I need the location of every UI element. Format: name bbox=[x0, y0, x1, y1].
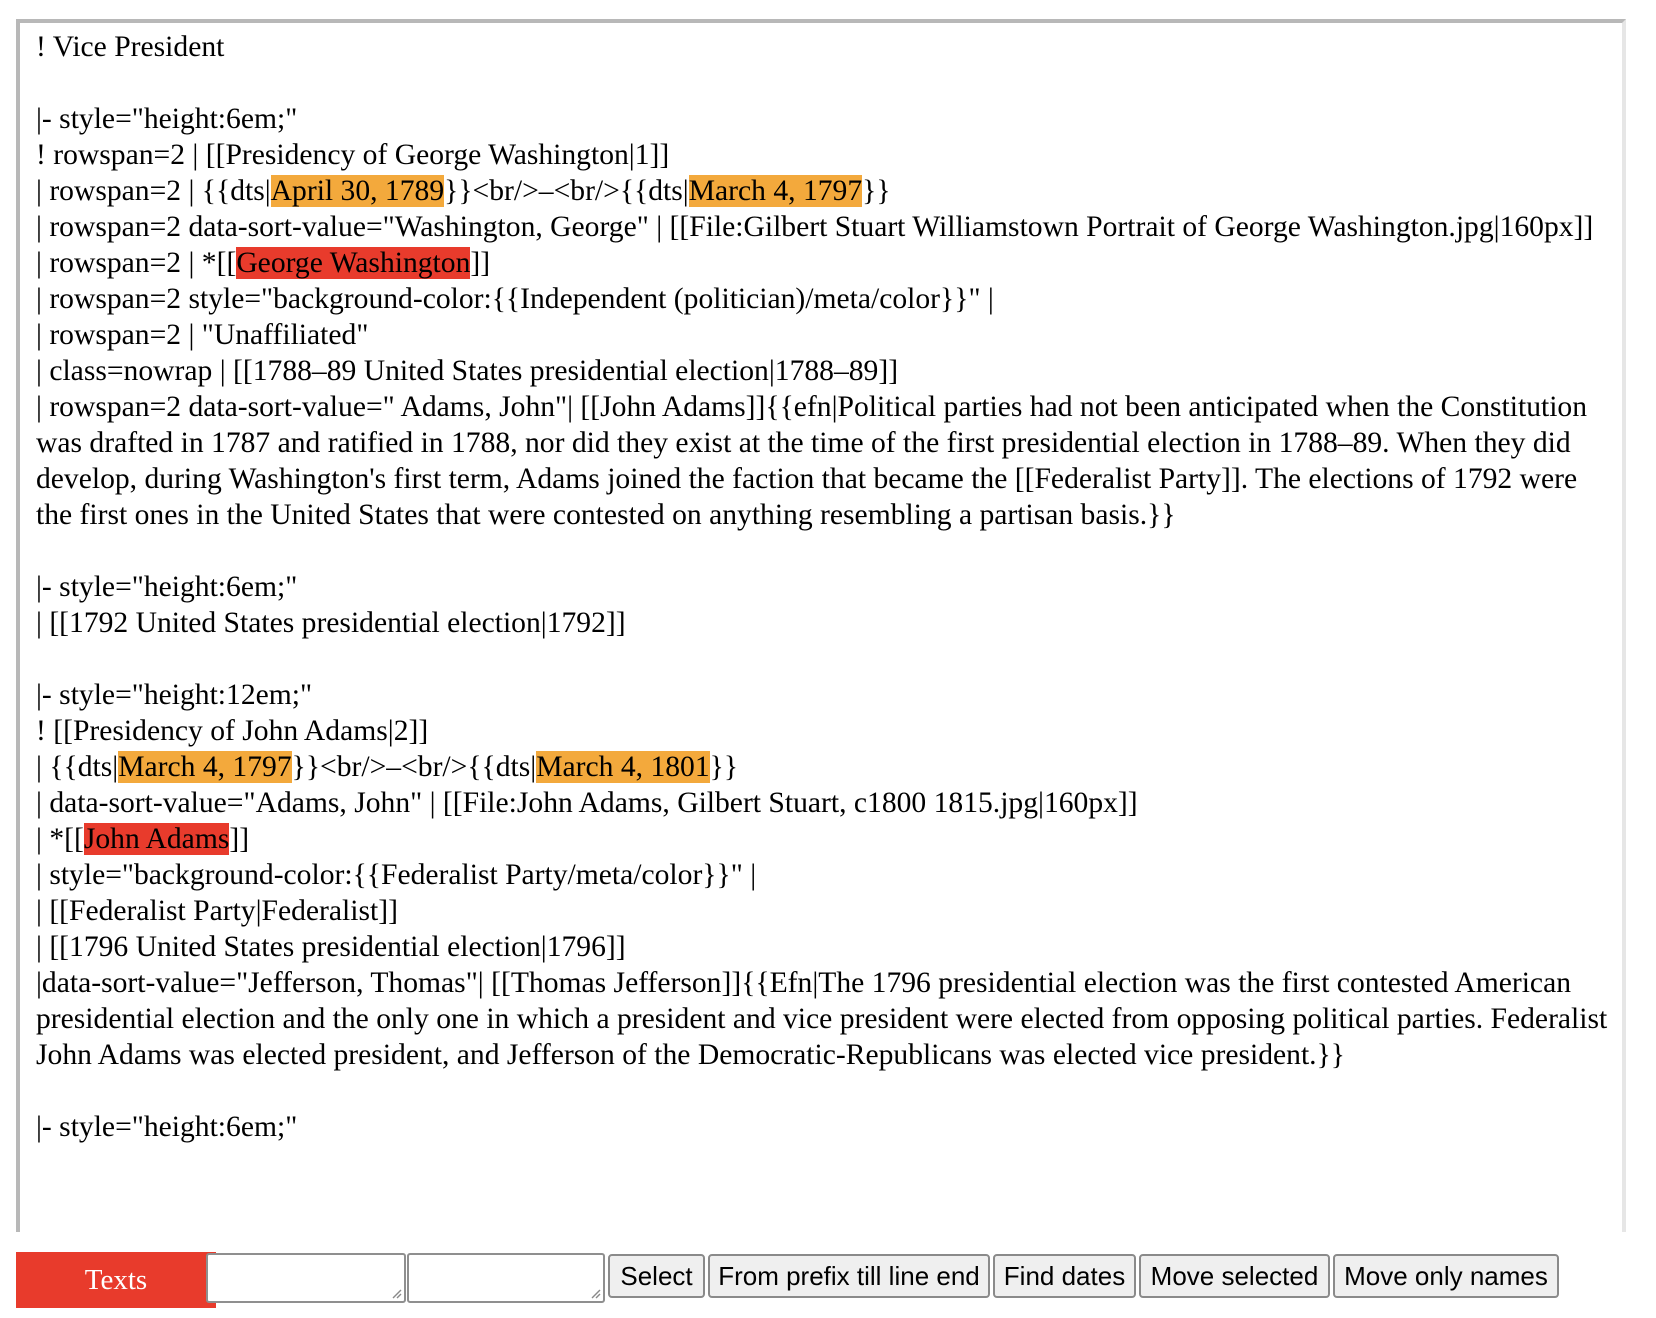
line-text: | rowspan=2 | {{dts| bbox=[36, 175, 271, 207]
name-highlight: George Washington bbox=[236, 247, 471, 279]
editor-line: | rowspan=2 style="background-color:{{In… bbox=[36, 281, 1614, 317]
line-text: |- style="height:12em;" bbox=[36, 679, 313, 711]
line-text: | rowspan=2 | "Unaffiliated" bbox=[36, 319, 369, 351]
date-highlight: April 30, 1789 bbox=[270, 175, 445, 207]
resize-grip-icon[interactable] bbox=[589, 1287, 601, 1299]
editor-line: | *[[John Adams]] bbox=[36, 821, 1614, 857]
line-text: | [[1796 United States presidential elec… bbox=[36, 931, 626, 963]
move-only-names-button[interactable]: Move only names bbox=[1333, 1254, 1559, 1298]
line-text: ! [[Presidency of John Adams|2]] bbox=[36, 715, 429, 747]
resize-grip-icon[interactable] bbox=[390, 1287, 402, 1299]
editor-line: |- style="height:12em;" bbox=[36, 677, 1614, 713]
line-text: | data-sort-value="Adams, John" | [[File… bbox=[36, 787, 1138, 819]
find-dates-button[interactable]: Find dates bbox=[993, 1254, 1136, 1298]
line-text: | {{dts| bbox=[36, 751, 119, 783]
suffix-input[interactable]: ]] bbox=[407, 1253, 605, 1303]
editor-line: |- style="height:6em;" bbox=[36, 1109, 1614, 1145]
line-text: }}<br/>–<br/>{{dts| bbox=[444, 175, 689, 207]
editor-line: | rowspan=2 | "Unaffiliated" bbox=[36, 317, 1614, 353]
line-text: | class=nowrap | [[1788–89 United States… bbox=[36, 355, 899, 387]
line-text: | style="background-color:{{Federalist P… bbox=[36, 859, 757, 891]
editor-line: | rowspan=2 | *[[George Washington]] bbox=[36, 245, 1614, 281]
editor-line: | rowspan=2 data-sort-value=" Adams, Joh… bbox=[36, 389, 1614, 533]
line-text: }} bbox=[862, 175, 891, 207]
line-text: | [[1792 United States presidential elec… bbox=[36, 607, 626, 639]
editor-line: | class=nowrap | [[1788–89 United States… bbox=[36, 353, 1614, 389]
line-text: | *[[ bbox=[36, 823, 84, 855]
date-highlight: March 4, 1801 bbox=[536, 751, 710, 783]
wikitext-editor[interactable]: ! Vice President |- style="height:6em;" ! … bbox=[16, 19, 1626, 1232]
line-text: ! rowspan=2 | [[Presidency of George Was… bbox=[36, 139, 670, 171]
editor-line: | [[1792 United States presidential elec… bbox=[36, 605, 1614, 641]
editor-line: | data-sort-value="Adams, John" | [[File… bbox=[36, 785, 1614, 821]
line-text: | rowspan=2 | *[[ bbox=[36, 247, 237, 279]
line-text: |- style="height:6em;" bbox=[36, 1111, 298, 1143]
editor-line: ! Vice President bbox=[36, 29, 1614, 65]
line-text: | [[Federalist Party|Federalist]] bbox=[36, 895, 398, 927]
editor-line: |- style="height:6em;" bbox=[36, 101, 1614, 137]
date-highlight: March 4, 1797 bbox=[688, 175, 863, 207]
line-text: |- style="height:6em;" bbox=[36, 103, 298, 135]
editor-line: | {{dts|March 4, 1797}}<br/>–<br/>{{dts|… bbox=[36, 749, 1614, 785]
prefix-input[interactable]: *[[ bbox=[206, 1253, 406, 1303]
select-button[interactable]: Select bbox=[608, 1254, 705, 1298]
toolbar: Texts *[[ ]] Select From prefix till lin… bbox=[16, 1252, 1650, 1308]
editor-line: | rowspan=2 | {{dts|April 30, 1789}}<br/… bbox=[36, 173, 1614, 209]
editor-content[interactable]: ! Vice President |- style="height:6em;" ! … bbox=[36, 29, 1614, 1145]
line-text: }} bbox=[709, 751, 739, 783]
move-selected-button[interactable]: Move selected bbox=[1139, 1254, 1330, 1298]
editor-line: | rowspan=2 data-sort-value="Washington,… bbox=[36, 209, 1614, 245]
line-text: | rowspan=2 data-sort-value=" Adams, Joh… bbox=[36, 391, 1595, 531]
name-highlight: John Adams bbox=[83, 823, 230, 855]
line-text: ]] bbox=[229, 823, 250, 855]
from-prefix-till-line-end-button[interactable]: From prefix till line end bbox=[708, 1254, 990, 1298]
line-text: | rowspan=2 data-sort-value="Washington,… bbox=[36, 211, 1594, 243]
line-text: |- style="height:6em;" bbox=[36, 571, 298, 603]
texts-label: Texts bbox=[16, 1252, 216, 1308]
editor-line: | [[1796 United States presidential elec… bbox=[36, 929, 1614, 965]
editor-line: | [[Federalist Party|Federalist]] bbox=[36, 893, 1614, 929]
line-text: | rowspan=2 style="background-color:{{In… bbox=[36, 283, 994, 315]
date-highlight: March 4, 1797 bbox=[118, 751, 292, 783]
line-text: ! Vice President bbox=[36, 31, 225, 63]
line-text: }}<br/>–<br/>{{dts| bbox=[291, 751, 537, 783]
editor-line: |- style="height:6em;" bbox=[36, 569, 1614, 605]
line-text: ]] bbox=[470, 247, 491, 279]
editor-line: ! rowspan=2 | [[Presidency of George Was… bbox=[36, 137, 1614, 173]
editor-line: ! [[Presidency of John Adams|2]] bbox=[36, 713, 1614, 749]
editor-line: | style="background-color:{{Federalist P… bbox=[36, 857, 1614, 893]
line-text: |data-sort-value="Jefferson, Thomas"| [[… bbox=[36, 967, 1615, 1071]
editor-line: |data-sort-value="Jefferson, Thomas"| [[… bbox=[36, 965, 1614, 1073]
